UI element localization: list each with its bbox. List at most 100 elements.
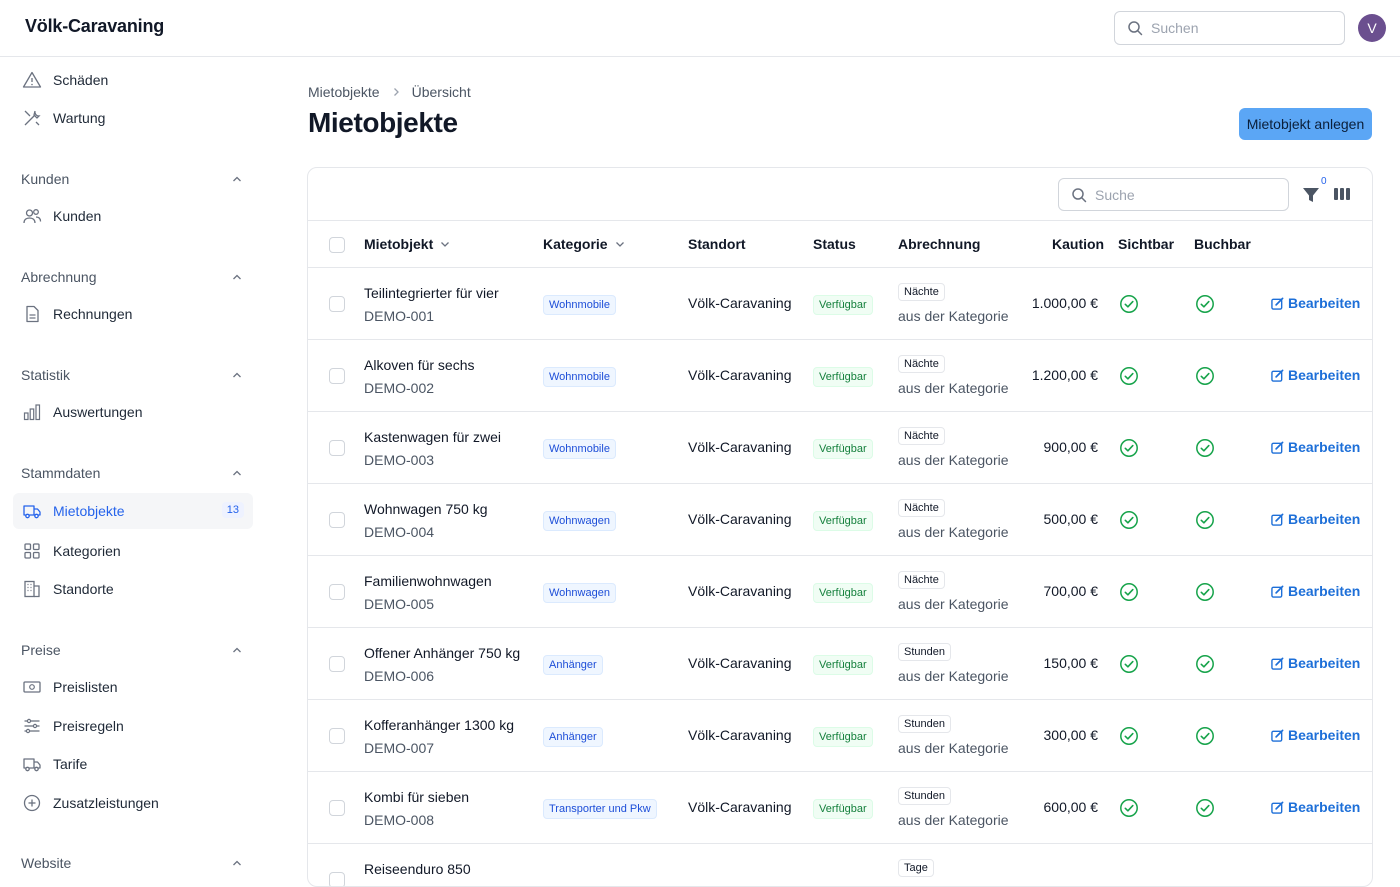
- table-row[interactable]: Wohnwagen 750 kg DEMO-004 Wohnwagen Völk-Ca…: [308, 484, 1372, 556]
- mietobjekt-code: DEMO-003: [364, 452, 435, 468]
- global-search[interactable]: [1114, 11, 1345, 45]
- status-badge: Verfügbar: [813, 583, 873, 603]
- deposit-value: 900,00 €: [1043, 439, 1099, 455]
- mietobjekt-name[interactable]: Kombi für sieben: [364, 789, 469, 805]
- table-row[interactable]: Kastenwagen für zwei DEMO-003 Wohnmobile Vö…: [308, 412, 1372, 484]
- billing-source-text: aus der Kategorie: [898, 740, 1009, 756]
- row-checkbox[interactable]: [329, 872, 345, 886]
- mietobjekt-name[interactable]: Familienwohnwagen: [364, 573, 492, 589]
- sidebar-item-label: Auswertungen: [53, 404, 143, 420]
- edit-button[interactable]: Bearbeiten: [1271, 439, 1360, 455]
- chevron-up-icon: [233, 372, 241, 378]
- edit-button[interactable]: Bearbeiten: [1271, 799, 1360, 815]
- deposit-value: 700,00 €: [1043, 583, 1099, 599]
- row-checkbox[interactable]: [329, 800, 345, 816]
- visible-check-icon: [1119, 438, 1139, 458]
- column-header-kategorie[interactable]: Kategorie: [543, 236, 626, 252]
- brand-logo[interactable]: Völk-Caravaning: [25, 16, 164, 37]
- table-search[interactable]: [1058, 178, 1289, 211]
- section-preise[interactable]: Preise: [21, 642, 243, 658]
- table-row[interactable]: Familienwohnwagen DEMO-005 Wohnwagen Völk-C…: [308, 556, 1372, 628]
- mietobjekt-name[interactable]: Teilintegrierter für vier: [364, 285, 499, 301]
- sidebar-item-auswertungen[interactable]: Auswertungen: [13, 394, 253, 430]
- bookable-check-icon: [1195, 726, 1215, 746]
- search-icon: [1072, 187, 1087, 202]
- location-text: Völk-Caravaning: [688, 727, 792, 743]
- sidebar-item-standorte[interactable]: Standorte: [13, 571, 253, 607]
- sidebar-item-preisregeln[interactable]: Preisregeln: [13, 708, 253, 744]
- select-all-checkbox[interactable]: [329, 237, 345, 253]
- table-search-input[interactable]: [1095, 186, 1275, 203]
- category-badge: Transporter und Pkw: [543, 799, 657, 819]
- table-toolbar: 0: [308, 168, 1372, 221]
- table-row[interactable]: Kombi für sieben DEMO-008 Transporter und …: [308, 772, 1372, 844]
- table-row[interactable]: Teilintegrierter für vier DEMO-001 Wohnmob…: [308, 268, 1372, 340]
- table-row[interactable]: Offener Anhänger 750 kg DEMO-006 Anhänger V…: [308, 628, 1372, 700]
- sidebar-item-mietobjekte[interactable]: Mietobjekte 13: [13, 493, 253, 529]
- row-checkbox[interactable]: [329, 656, 345, 672]
- mietobjekt-name[interactable]: Kastenwagen für zwei: [364, 429, 501, 445]
- category-badge: Wohnmobile: [543, 439, 616, 459]
- sidebar-item-zusatzleistungen[interactable]: Zusatzleistungen: [13, 785, 253, 821]
- table-row[interactable]: Alkoven für sechs DEMO-002 Wohnmobile Völk-…: [308, 340, 1372, 412]
- category-badge: Anhänger: [543, 727, 603, 747]
- section-title: Abrechnung: [21, 269, 97, 285]
- location-text: Völk-Caravaning: [688, 799, 792, 815]
- row-checkbox[interactable]: [329, 584, 345, 600]
- breadcrumb-link-mietobjekte[interactable]: Mietobjekte: [308, 84, 380, 100]
- filter-icon[interactable]: [1301, 185, 1321, 205]
- section-abrechnung[interactable]: Abrechnung: [21, 269, 243, 285]
- create-mietobjekt-button[interactable]: Mietobjekt anlegen: [1239, 108, 1372, 140]
- section-statistik[interactable]: Statistik: [21, 367, 243, 383]
- wrench-screwdriver-icon: [22, 108, 42, 128]
- table-row[interactable]: Reiseenduro 850 Tage: [308, 844, 1372, 886]
- row-checkbox[interactable]: [329, 368, 345, 384]
- section-website[interactable]: Website: [21, 855, 243, 871]
- mietobjekt-name[interactable]: Kofferanhänger 1300 kg: [364, 717, 514, 733]
- edit-button[interactable]: Bearbeiten: [1271, 295, 1360, 311]
- user-avatar[interactable]: V: [1358, 14, 1386, 42]
- status-badge: Verfügbar: [813, 511, 873, 531]
- global-search-input[interactable]: [1151, 20, 1331, 36]
- sidebar-item-schaeden[interactable]: Schäden: [13, 62, 253, 98]
- section-stammdaten[interactable]: Stammdaten: [21, 465, 243, 481]
- row-checkbox[interactable]: [329, 296, 345, 312]
- sidebar-item-tarife[interactable]: Tarife: [13, 746, 253, 782]
- sidebar-item-label: Kategorien: [53, 543, 121, 559]
- edit-button[interactable]: Bearbeiten: [1271, 511, 1360, 527]
- sidebar-item-rechnungen[interactable]: Rechnungen: [13, 296, 253, 332]
- edit-label: Bearbeiten: [1288, 799, 1361, 815]
- row-checkbox[interactable]: [329, 728, 345, 744]
- section-kunden[interactable]: Kunden: [21, 171, 243, 187]
- chevron-up-icon: [233, 274, 241, 280]
- columns-icon[interactable]: [1333, 186, 1351, 202]
- mietobjekt-code: DEMO-005: [364, 596, 435, 612]
- search-icon: [1128, 21, 1143, 36]
- visible-check-icon: [1119, 582, 1139, 602]
- sidebar-item-wartung[interactable]: Wartung: [13, 100, 253, 136]
- section-title: Kunden: [21, 171, 70, 187]
- edit-button[interactable]: Bearbeiten: [1271, 727, 1360, 743]
- edit-button[interactable]: Bearbeiten: [1271, 655, 1360, 671]
- deposit-value: 500,00 €: [1043, 511, 1099, 527]
- category-badge: Wohnmobile: [543, 367, 616, 387]
- bookable-check-icon: [1195, 294, 1215, 314]
- row-checkbox[interactable]: [329, 512, 345, 528]
- billing-unit-tag: Nächte: [898, 571, 945, 589]
- edit-button[interactable]: Bearbeiten: [1271, 583, 1360, 599]
- mietobjekt-name[interactable]: Alkoven für sechs: [364, 357, 475, 373]
- edit-button[interactable]: Bearbeiten: [1271, 367, 1360, 383]
- mietobjekt-name[interactable]: Wohnwagen 750 kg: [364, 501, 488, 517]
- row-checkbox[interactable]: [329, 440, 345, 456]
- mietobjekt-name[interactable]: Offener Anhänger 750 kg: [364, 645, 520, 661]
- visible-check-icon: [1119, 294, 1139, 314]
- table-row[interactable]: Kofferanhänger 1300 kg DEMO-007 Anhänger Vö…: [308, 700, 1372, 772]
- sidebar-item-label: Preisregeln: [53, 718, 124, 734]
- billing-source-text: aus der Kategorie: [898, 812, 1009, 828]
- sidebar-item-kategorien[interactable]: Kategorien: [13, 533, 253, 569]
- sidebar-item-preislisten[interactable]: Preislisten: [13, 669, 253, 705]
- column-header-mietobjekt[interactable]: Mietobjekt: [364, 236, 451, 252]
- section-title: Statistik: [21, 367, 71, 383]
- filter-count-badge: 0: [1321, 176, 1327, 187]
- sidebar-item-kunden[interactable]: Kunden: [13, 198, 253, 234]
